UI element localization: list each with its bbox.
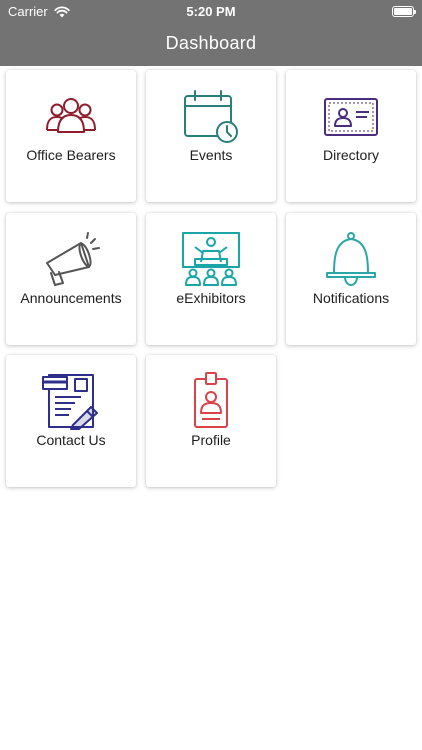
- tile-label: Notifications: [312, 290, 390, 306]
- tile-profile[interactable]: Profile: [146, 355, 276, 487]
- tile-label: Events: [189, 147, 233, 163]
- tile-notifications[interactable]: Notifications: [286, 213, 416, 345]
- battery-fill: [394, 8, 412, 15]
- tile-label: Office Bearers: [26, 147, 116, 163]
- megaphone-icon: [41, 229, 101, 289]
- header-bar: Carrier 5:20 PM Dashboard: [0, 0, 422, 66]
- presentation-icon: [181, 229, 241, 289]
- calendar-clock-icon: [181, 86, 241, 146]
- contact-form-icon: [41, 371, 101, 431]
- group-icon: [41, 86, 101, 146]
- tile-label: eExhibitors: [176, 290, 246, 306]
- id-badge-icon: [181, 371, 241, 431]
- bell-icon: [321, 229, 381, 289]
- dashboard-grid: Office Bearers Events Directory Announce…: [0, 66, 422, 750]
- status-bar: Carrier 5:20 PM: [0, 0, 422, 24]
- tile-events[interactable]: Events: [146, 70, 276, 202]
- battery-icon: [392, 6, 416, 17]
- id-card-icon: [321, 86, 381, 146]
- page-title: Dashboard: [165, 33, 257, 53]
- tile-directory[interactable]: Directory: [286, 70, 416, 202]
- tile-label: Directory: [322, 147, 379, 163]
- tile-label: Profile: [191, 432, 231, 448]
- tile-office-bearers[interactable]: Office Bearers: [6, 70, 136, 202]
- tile-label: Contact Us: [36, 432, 106, 448]
- status-time: 5:20 PM: [186, 4, 236, 19]
- tile-eexhibitors[interactable]: eExhibitors: [146, 213, 276, 345]
- tile-announcements[interactable]: Announcements: [6, 213, 136, 345]
- tile-label: Announcements: [20, 290, 122, 306]
- tile-contact-us[interactable]: Contact Us: [6, 355, 136, 487]
